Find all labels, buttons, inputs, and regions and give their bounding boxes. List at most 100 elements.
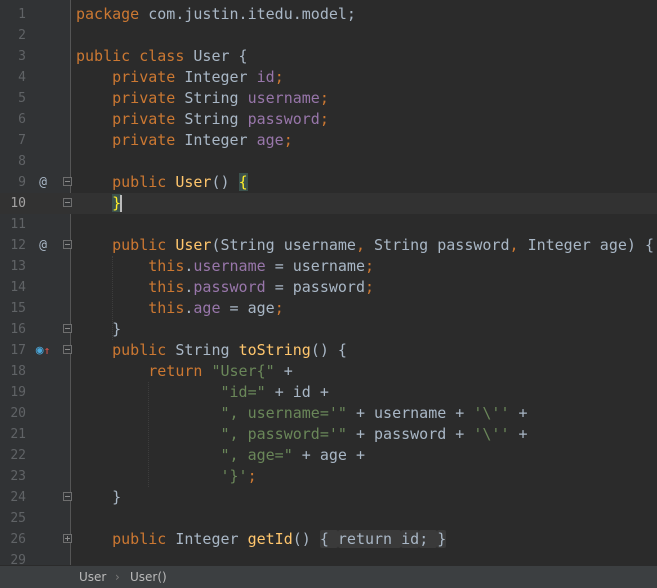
code-token: username [193,257,275,275]
code-line[interactable]: 21 ", password='" + password + '\'' + [0,424,657,445]
code-line[interactable]: 1 package com.justin.itedu.model; [0,4,657,25]
code-line[interactable]: 7 private Integer age; [0,130,657,151]
collapse-fold-icon[interactable] [63,492,72,501]
code-text: public Integer getId() { return id; } [76,529,447,550]
code-line[interactable]: 22 ", age=" + age + [0,445,657,466]
code-text: "id=" + id + [76,382,329,403]
code-token: "User{" [211,362,284,380]
code-line[interactable]: 17 ◉↑ public String toString() { [0,340,657,361]
code-token: age [193,299,230,317]
code-line[interactable]: 3 public class User { [0,46,657,67]
code-text: private String password; [76,109,329,130]
code-line[interactable]: 8 [0,151,657,172]
code-token: ", username='" [220,404,356,422]
collapse-fold-icon[interactable] [63,240,72,249]
code-token: } [76,488,122,506]
code-line[interactable]: 16 } [0,319,657,340]
code-token: this [148,299,185,317]
code-line[interactable]: 29 [0,550,657,565]
code-line[interactable]: 12 @ public User(String username, String … [0,235,657,256]
code-token: this [148,257,185,275]
code-token: private [112,110,185,128]
line-number: 6 [18,112,26,127]
code-line[interactable]: 13 this.username = username; [0,256,657,277]
code-token: private [112,68,185,86]
code-line[interactable]: 20 ", username='" + username + '\'' + [0,403,657,424]
code-line[interactable]: 6 private String password; [0,109,657,130]
code-token: password [247,110,320,128]
code-token: String password [374,236,510,254]
code-token: , [509,236,528,254]
code-token: } [76,320,122,338]
code-line[interactable]: 23 '}'; [0,466,657,487]
line-number: 4 [18,70,26,85]
line-number: 16 [10,322,26,337]
code-token: ; [319,89,329,107]
breadcrumb-item-class[interactable]: User [79,566,106,588]
code-text: this.password = password; [76,277,374,298]
line-number: 5 [18,91,26,106]
code-line[interactable]: 15 this.age = age; [0,298,657,319]
code-line[interactable]: 19 "id=" + id + [0,382,657,403]
annotation-icon[interactable]: @ [34,172,52,193]
code-text: this.username = username; [76,256,374,277]
breadcrumb-item-method[interactable]: User() [130,566,167,588]
line-number: 3 [18,49,26,64]
code-token: User [175,236,212,254]
collapse-fold-icon[interactable] [63,345,72,354]
line-number: 10 [10,196,26,211]
breadcrumb: User › User() [0,565,657,588]
code-editor[interactable]: 1 package com.justin.itedu.model; 2 3 public… [0,0,657,565]
code-line[interactable]: 25 [0,508,657,529]
annotation-icon[interactable]: @ [34,235,52,256]
code-token: + age + [301,446,365,464]
code-token: '\'' [473,425,519,443]
code-line[interactable]: 24 } [0,487,657,508]
code-line[interactable]: 26 public Integer getId() { return id; } [0,529,657,550]
line-number: 20 [10,406,26,421]
code-line[interactable]: 5 private String username; [0,88,657,109]
collapse-fold-icon[interactable] [63,177,72,186]
code-line[interactable]: 11 [0,214,657,235]
code-token: + id + [274,383,329,401]
code-token: User { [193,47,248,65]
code-token: ", password='" [220,425,356,443]
code-token: + [283,362,293,380]
code-line[interactable]: 9 @ public User() { [0,172,657,193]
code-token: Integer age) { [527,236,654,254]
code-token: ; [365,257,375,275]
code-token: + [518,425,528,443]
collapse-fold-icon[interactable] [63,198,72,207]
code-line[interactable]: 14 this.password = password; [0,277,657,298]
line-number: 1 [18,7,26,22]
code-line[interactable]: 10 } [0,193,657,214]
expand-fold-icon[interactable] [63,534,72,543]
code-token: ; [283,131,293,149]
code-line[interactable]: 18 return "User{" + [0,361,657,382]
code-token: (String username [211,236,356,254]
code-line[interactable]: 4 private Integer id; [0,67,657,88]
override-method-icon[interactable]: ◉↑ [34,340,52,361]
code-token: ", age=" [220,446,302,464]
line-number: 23 [10,469,26,484]
line-number: 13 [10,259,26,274]
collapse-fold-icon[interactable] [63,324,72,333]
code-token: this [148,278,185,296]
code-token: = username [274,257,365,275]
code-line[interactable]: 2 [0,25,657,46]
code-token: package [76,5,149,23]
breadcrumb-separator: › [115,570,120,584]
code-text: ", password='" + password + '\'' + [76,424,528,445]
code-token: private [112,131,185,149]
code-text: public String toString() { [76,340,347,361]
code-text: private Integer id; [76,67,284,88]
code-text: ", username='" + username + '\'' + [76,403,528,424]
line-number: 7 [18,133,26,148]
line-number: 19 [10,385,26,400]
code-token: Integer [184,131,257,149]
